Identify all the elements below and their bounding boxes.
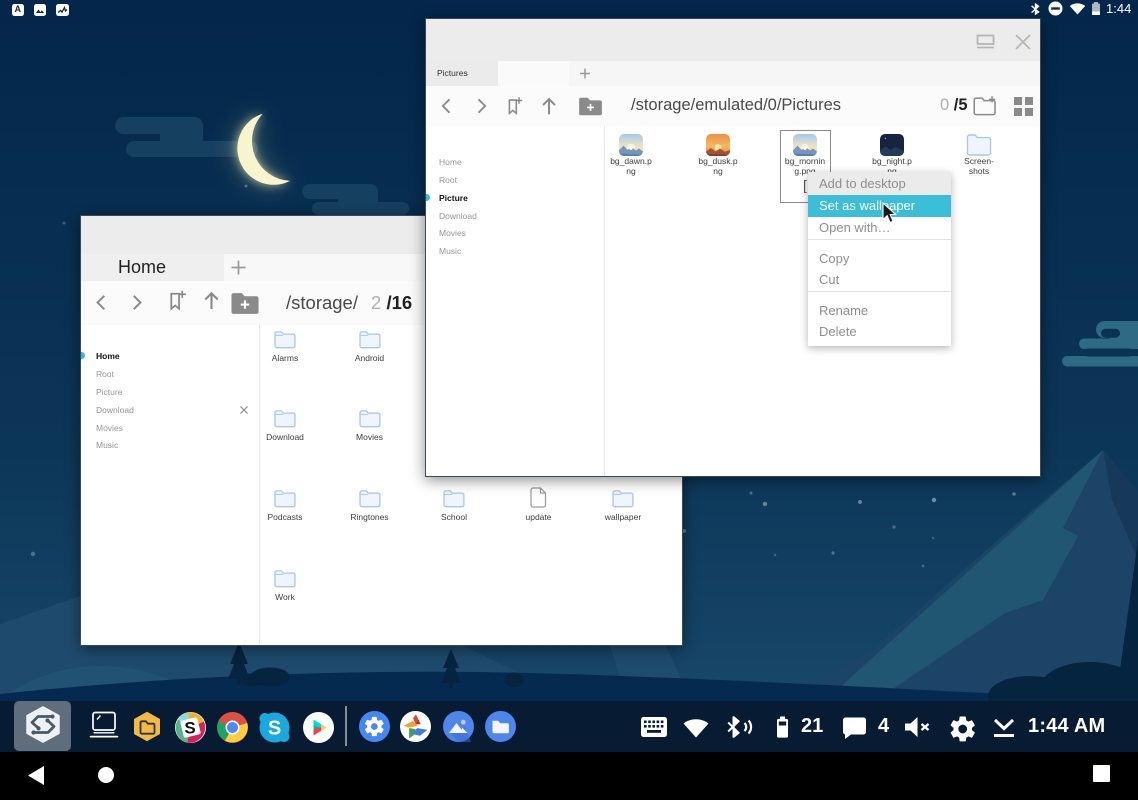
svg-text:S: S bbox=[268, 717, 281, 739]
svg-text:S: S bbox=[184, 718, 195, 737]
